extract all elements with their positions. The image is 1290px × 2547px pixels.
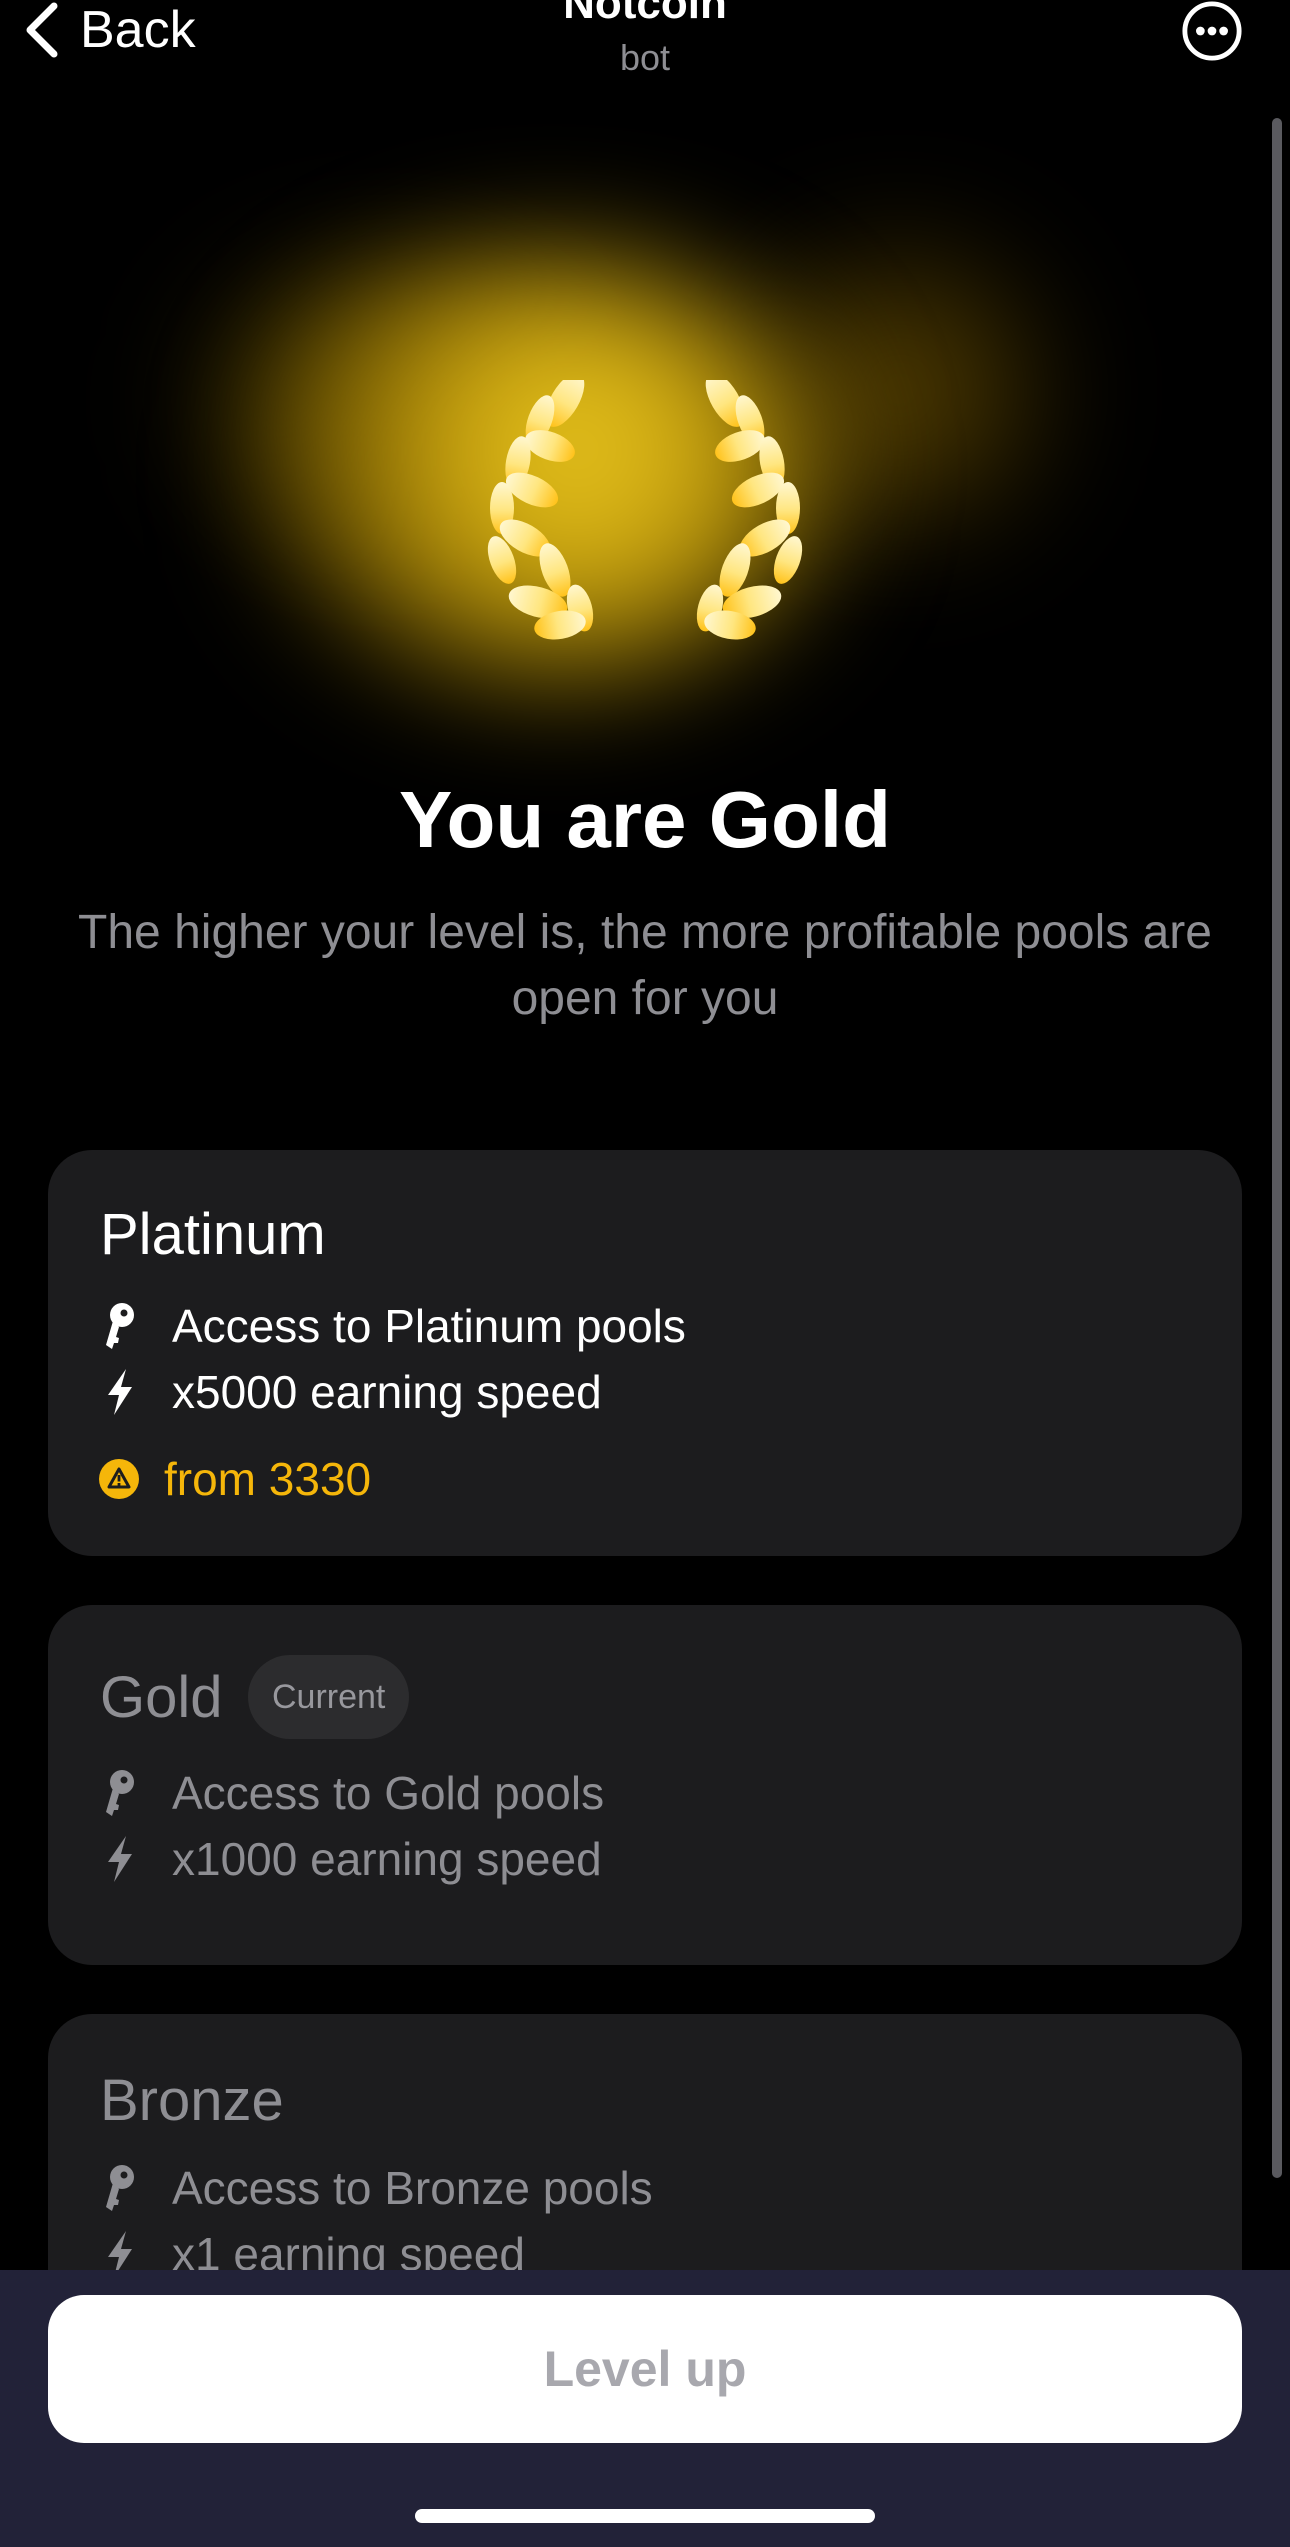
warning-icon xyxy=(99,1459,139,1499)
feature-text: x1000 earning speed xyxy=(172,1833,602,1885)
lightning-icon xyxy=(100,1834,140,1884)
feature-row: Access to Platinum pools xyxy=(100,1296,686,1356)
more-circle-icon[interactable] xyxy=(1180,0,1244,62)
feature-text: Access to Platinum pools xyxy=(172,1300,686,1352)
feature-row: x1000 earning speed xyxy=(100,1829,602,1889)
top-bar: Back Notcoin bot xyxy=(0,0,1290,110)
title-block: Notcoin bot xyxy=(0,0,1290,86)
level-title: Platinum xyxy=(100,1202,326,1267)
level-title: Bronze xyxy=(100,2068,284,2133)
key-icon xyxy=(100,1301,140,1351)
level-title: Gold xyxy=(100,1665,223,1730)
scrollbar[interactable] xyxy=(1272,118,1282,2178)
current-badge: Current xyxy=(248,1655,410,1739)
app-subtitle: bot xyxy=(619,37,671,78)
feature-text: x5000 earning speed xyxy=(172,1366,602,1418)
laurel-wreath-icon xyxy=(487,380,803,640)
level-card-platinum[interactable]: Platinum Access to Platinum pools x5000 … xyxy=(48,1150,1242,1556)
home-indicator[interactable] xyxy=(415,2509,875,2523)
key-icon xyxy=(100,1768,140,1818)
feature-row: Access to Gold pools xyxy=(100,1763,604,1823)
level-requirement: from 3330 xyxy=(98,1452,371,1506)
feature-text: Access to Bronze pools xyxy=(172,2162,653,2214)
hero-title: You are Gold xyxy=(399,775,891,864)
key-icon xyxy=(100,2163,140,2213)
level-card-gold[interactable]: Gold Current Access to Gold pools x1000 … xyxy=(48,1605,1242,1965)
bottom-bar: Level up xyxy=(0,2270,1290,2547)
lightning-icon xyxy=(100,1367,140,1417)
hero-description: The higher your level is, the more profi… xyxy=(78,906,1212,1025)
level-up-button[interactable]: Level up xyxy=(48,2295,1242,2443)
feature-row: x5000 earning speed xyxy=(100,1362,602,1422)
requirement-text: from 3330 xyxy=(164,1453,372,1505)
app-title: Notcoin xyxy=(563,0,727,28)
feature-row: Access to Bronze pools xyxy=(100,2158,653,2218)
feature-text: Access to Gold pools xyxy=(172,1767,605,1819)
